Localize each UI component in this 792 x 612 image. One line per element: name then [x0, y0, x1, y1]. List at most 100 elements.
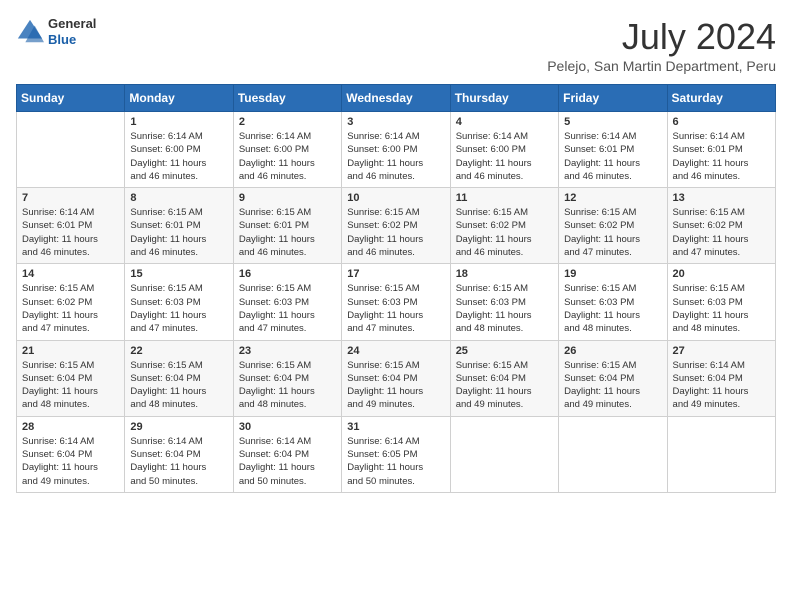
calendar-cell: 29Sunrise: 6:14 AMSunset: 6:04 PMDayligh… [125, 416, 233, 492]
calendar-cell: 14 Sunrise: 6:15 AMSunset: 6:02 PMDayligh… [17, 264, 125, 340]
calendar-table: SundayMondayTuesdayWednesdayThursdayFrid… [16, 84, 776, 493]
calendar-cell: 10 Sunrise: 6:15 AMSunset: 6:02 PMDayligh… [342, 188, 450, 264]
day-number: 18 [456, 268, 553, 280]
day-number: 23 [239, 345, 336, 357]
day-number: 10 [347, 192, 444, 204]
calendar-cell [559, 416, 667, 492]
calendar-week-row: 21 Sunrise: 6:15 AMSunset: 6:04 PMDayligh… [17, 340, 776, 416]
day-number: 19 [564, 268, 661, 280]
calendar-cell: 17 Sunrise: 6:15 AMSunset: 6:03 PMDayligh… [342, 264, 450, 340]
day-info: Sunrise: 6:14 AMSunset: 6:00 PMDaylight:… [130, 130, 227, 183]
calendar-cell: 2 Sunrise: 6:14 AMSunset: 6:00 PMDaylight… [233, 112, 341, 188]
calendar-cell: 19 Sunrise: 6:15 AMSunset: 6:03 PMDayligh… [559, 264, 667, 340]
day-info: Sunrise: 6:15 AMSunset: 6:01 PMDaylight:… [130, 206, 227, 259]
calendar-cell: 20 Sunrise: 6:15 AMSunset: 6:03 PMDayligh… [667, 264, 775, 340]
day-number: 1 [130, 116, 227, 128]
day-number: 9 [239, 192, 336, 204]
calendar-cell: 6Sunrise: 6:14 AMSunset: 6:01 PMDaylight… [667, 112, 775, 188]
day-info: Sunrise: 6:14 AMSunset: 6:05 PMDaylight:… [347, 435, 444, 488]
day-number: 14 [22, 268, 119, 280]
calendar-header-wednesday: Wednesday [342, 85, 450, 112]
day-number: 27 [673, 345, 770, 357]
calendar-cell: 5Sunrise: 6:14 AMSunset: 6:01 PMDaylight… [559, 112, 667, 188]
day-number: 6 [673, 116, 770, 128]
day-info: Sunrise: 6:14 AMSunset: 6:00 PMDaylight:… [456, 130, 553, 183]
day-info: Sunrise: 6:14 AMSunset: 6:00 PMDaylight:… [347, 130, 444, 183]
day-info: Sunrise: 6:15 AMSunset: 6:03 PMDaylight:… [347, 282, 444, 335]
subtitle: Pelejo, San Martin Department, Peru [547, 58, 776, 74]
day-info: Sunrise: 6:15 AMSunset: 6:04 PMDaylight:… [456, 359, 553, 412]
calendar-cell: 23 Sunrise: 6:15 AMSunset: 6:04 PMDayligh… [233, 340, 341, 416]
calendar-cell: 4 Sunrise: 6:14 AMSunset: 6:00 PMDaylight… [450, 112, 558, 188]
day-number: 22 [130, 345, 227, 357]
calendar-cell: 25Sunrise: 6:15 AMSunset: 6:04 PMDayligh… [450, 340, 558, 416]
day-number: 4 [456, 116, 553, 128]
day-number: 8 [130, 192, 227, 204]
day-info: Sunrise: 6:15 AMSunset: 6:02 PMDaylight:… [564, 206, 661, 259]
calendar-header-sunday: Sunday [17, 85, 125, 112]
calendar-header-tuesday: Tuesday [233, 85, 341, 112]
day-info: Sunrise: 6:15 AMSunset: 6:03 PMDaylight:… [239, 282, 336, 335]
day-info: Sunrise: 6:15 AMSunset: 6:03 PMDaylight:… [130, 282, 227, 335]
day-number: 24 [347, 345, 444, 357]
logo-general-text: General [48, 16, 96, 32]
day-info: Sunrise: 6:15 AMSunset: 6:04 PMDaylight:… [239, 359, 336, 412]
main-title: July 2024 [547, 16, 776, 58]
calendar-cell: 7 Sunrise: 6:14 AMSunset: 6:01 PMDaylight… [17, 188, 125, 264]
page-header: General Blue July 2024 Pelejo, San Marti… [16, 16, 776, 74]
calendar-cell: 13Sunrise: 6:15 AMSunset: 6:02 PMDayligh… [667, 188, 775, 264]
calendar-cell: 12 Sunrise: 6:15 AMSunset: 6:02 PMDayligh… [559, 188, 667, 264]
day-info: Sunrise: 6:14 AMSunset: 6:04 PMDaylight:… [239, 435, 336, 488]
calendar-cell: 26 Sunrise: 6:15 AMSunset: 6:04 PMDayligh… [559, 340, 667, 416]
logo-blue-text: Blue [48, 32, 96, 48]
day-number: 11 [456, 192, 553, 204]
day-info: Sunrise: 6:14 AMSunset: 6:00 PMDaylight:… [239, 130, 336, 183]
day-info: Sunrise: 6:15 AMSunset: 6:03 PMDaylight:… [673, 282, 770, 335]
calendar-header-monday: Monday [125, 85, 233, 112]
calendar-cell: 28 Sunrise: 6:14 AMSunset: 6:04 PMDayligh… [17, 416, 125, 492]
day-number: 21 [22, 345, 119, 357]
logo: General Blue [16, 16, 96, 47]
day-info: Sunrise: 6:15 AMSunset: 6:02 PMDaylight:… [22, 282, 119, 335]
day-info: Sunrise: 6:15 AMSunset: 6:04 PMDaylight:… [347, 359, 444, 412]
calendar-cell [667, 416, 775, 492]
day-info: Sunrise: 6:15 AMSunset: 6:03 PMDaylight:… [564, 282, 661, 335]
day-info: Sunrise: 6:14 AMSunset: 6:01 PMDaylight:… [564, 130, 661, 183]
day-info: Sunrise: 6:14 AMSunset: 6:04 PMDaylight:… [22, 435, 119, 488]
calendar-header-thursday: Thursday [450, 85, 558, 112]
calendar-cell [450, 416, 558, 492]
calendar-week-row: 7 Sunrise: 6:14 AMSunset: 6:01 PMDaylight… [17, 188, 776, 264]
calendar-cell: 8 Sunrise: 6:15 AMSunset: 6:01 PMDaylight… [125, 188, 233, 264]
day-info: Sunrise: 6:15 AMSunset: 6:03 PMDaylight:… [456, 282, 553, 335]
day-number: 3 [347, 116, 444, 128]
title-block: July 2024 Pelejo, San Martin Department,… [547, 16, 776, 74]
day-info: Sunrise: 6:14 AMSunset: 6:04 PMDaylight:… [673, 359, 770, 412]
day-number: 26 [564, 345, 661, 357]
calendar-cell: 22Sunrise: 6:15 AMSunset: 6:04 PMDayligh… [125, 340, 233, 416]
day-number: 16 [239, 268, 336, 280]
logo-icon [16, 18, 44, 46]
day-info: Sunrise: 6:15 AMSunset: 6:04 PMDaylight:… [564, 359, 661, 412]
calendar-cell: 3 Sunrise: 6:14 AMSunset: 6:00 PMDaylight… [342, 112, 450, 188]
day-info: Sunrise: 6:15 AMSunset: 6:02 PMDaylight:… [673, 206, 770, 259]
day-number: 2 [239, 116, 336, 128]
day-number: 28 [22, 421, 119, 433]
day-number: 12 [564, 192, 661, 204]
day-number: 31 [347, 421, 444, 433]
calendar-cell: 21Sunrise: 6:15 AMSunset: 6:04 PMDayligh… [17, 340, 125, 416]
calendar-header-saturday: Saturday [667, 85, 775, 112]
day-number: 17 [347, 268, 444, 280]
calendar-cell: 18 Sunrise: 6:15 AMSunset: 6:03 PMDayligh… [450, 264, 558, 340]
calendar-cell: 9Sunrise: 6:15 AMSunset: 6:01 PMDaylight… [233, 188, 341, 264]
day-number: 15 [130, 268, 227, 280]
day-info: Sunrise: 6:15 AMSunset: 6:02 PMDaylight:… [456, 206, 553, 259]
day-number: 29 [130, 421, 227, 433]
day-number: 7 [22, 192, 119, 204]
calendar-week-row: 14 Sunrise: 6:15 AMSunset: 6:02 PMDayligh… [17, 264, 776, 340]
day-info: Sunrise: 6:15 AMSunset: 6:02 PMDaylight:… [347, 206, 444, 259]
calendar-cell: 16 Sunrise: 6:15 AMSunset: 6:03 PMDayligh… [233, 264, 341, 340]
day-number: 20 [673, 268, 770, 280]
day-info: Sunrise: 6:14 AMSunset: 6:01 PMDaylight:… [22, 206, 119, 259]
calendar-cell: 27 Sunrise: 6:14 AMSunset: 6:04 PMDayligh… [667, 340, 775, 416]
calendar-week-row: 28 Sunrise: 6:14 AMSunset: 6:04 PMDayligh… [17, 416, 776, 492]
